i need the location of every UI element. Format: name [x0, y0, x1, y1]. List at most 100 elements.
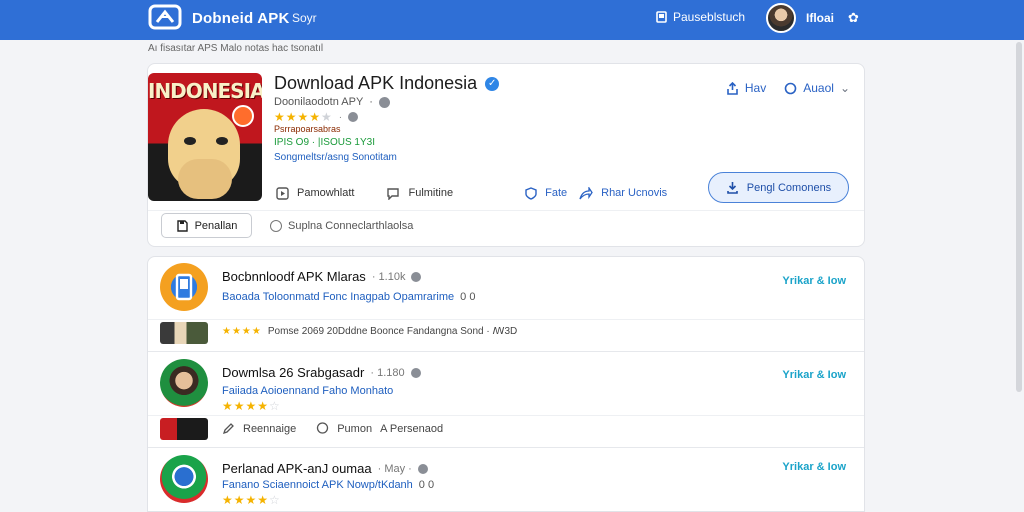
list-item-count: 0 0: [418, 479, 435, 491]
save-icon: [176, 219, 188, 232]
user-avatar[interactable]: [766, 3, 796, 33]
share-button[interactable]: Hav: [726, 81, 766, 95]
play-icon: [276, 186, 289, 200]
row-divider: [148, 447, 864, 448]
action-b-label[interactable]: Pumon: [337, 423, 372, 435]
comment-action[interactable]: Fulmitine: [386, 187, 453, 200]
top-action-label: Pauseblstuch: [673, 10, 746, 24]
rating-label: Psrrapoarsabras: [274, 124, 341, 134]
thumbnail-hands: [178, 159, 232, 199]
app-icon[interactable]: [160, 359, 208, 407]
play-action[interactable]: Pamowhlatt: [276, 186, 355, 200]
developer-name[interactable]: Doonilaodotn APY: [274, 96, 363, 108]
breadcrumb: Aı fisasıtar APS Malo notas hac tsonatıl: [148, 43, 324, 54]
list-item-detail: ★★★★ Pomse 2069 20Dddne Boonce Fandangna…: [148, 319, 864, 345]
hero-divider: [148, 210, 864, 211]
edit-icon[interactable]: [222, 422, 235, 435]
shield-icon: [525, 186, 537, 200]
smiley-icon: [270, 220, 282, 232]
app-title: Download APK Indonesia ✓: [274, 73, 500, 94]
comment-icon[interactable]: [316, 422, 329, 435]
hero-top-actions: Hav Auaol ⌄: [726, 81, 850, 95]
detail-stars: ★★★★: [222, 326, 262, 337]
share-icon: [727, 81, 738, 95]
info-icon[interactable]: [411, 271, 422, 282]
app-logo-icon[interactable]: [148, 4, 182, 32]
secondary-hint-text: Suplna Conneclarthlaolsa: [288, 220, 414, 232]
row-divider: [148, 351, 864, 352]
list-item-title-text: Perlanad APK-anJ oumaa: [222, 461, 372, 476]
list-item-count: 0 0: [460, 291, 476, 303]
bookmark-icon: [656, 11, 667, 23]
action-a-label[interactable]: Reennaige: [243, 423, 296, 435]
app-icon[interactable]: [160, 455, 208, 503]
list-item-link[interactable]: Yrikar & Iow: [782, 369, 846, 381]
list-item-title-text: Dowmlsa 26 Srabgasadr: [222, 365, 365, 380]
list-item-link[interactable]: Yrikar & Iow: [782, 275, 846, 287]
developer-line[interactable]: Doonilaodotn APY ·: [274, 96, 390, 108]
list-item-action-row: Reennaige Pumon A Persenaod: [222, 422, 443, 435]
brand-name[interactable]: Dobneid APK: [192, 10, 289, 27]
share-action[interactable]: Rhar Ucnovis: [579, 186, 668, 200]
app-title-text: Download APK Indonesia: [274, 73, 478, 93]
forward-icon: [579, 186, 593, 199]
comment-action-label: Fulmitine: [408, 187, 454, 199]
chevron-down-icon: ⌄: [839, 81, 850, 95]
list-item-subtitle: Baoada Toloonmatd Fonc Inagpab Opamrarim…: [222, 291, 475, 303]
app-detail-card: INDONESIA Download APK Indonesia ✓ Dooni…: [147, 63, 865, 247]
brand-subtitle: Soyr: [292, 11, 317, 25]
secondary-hint: Suplna Conneclarthlaolsa: [270, 220, 413, 232]
settings-icon[interactable]: ✿: [848, 10, 859, 26]
primary-download-button[interactable]: Pengl Comonens: [708, 172, 849, 203]
list-item-rating: ★★★★☆: [222, 493, 281, 507]
list-item-thumbnail[interactable]: [160, 322, 208, 344]
list-item-thumbnail[interactable]: [160, 418, 208, 440]
related-apps-list: Bocbnnloodf APK Mlaras · 1.10k Baoada To…: [147, 256, 865, 512]
app-thumbnail[interactable]: INDONESIA: [148, 73, 262, 201]
app-icon[interactable]: [160, 263, 208, 311]
fate-action[interactable]: Fate: [525, 186, 567, 200]
thumbnail-eyes: [184, 137, 228, 145]
secondary-button[interactable]: Penallan: [161, 213, 252, 238]
list-item-detail-text: ★★★★ Pomse 2069 20Dddne Boonce Fandangna…: [222, 326, 517, 337]
page-scrollbar[interactable]: [1016, 42, 1022, 392]
info-icon[interactable]: [417, 463, 428, 474]
comment-icon: [387, 187, 400, 200]
list-item-link[interactable]: Yrikar & Iow: [782, 461, 846, 473]
list-item[interactable]: Bocbnnloodf APK Mlaras · 1.10k Baoada To…: [148, 263, 864, 317]
top-app-bar: Dobneid APK Soyr Pauseblstuch Ifloai ✿: [0, 0, 1024, 40]
play-action-label: Pamowhlatt: [297, 187, 355, 199]
list-item-title: Dowmlsa 26 Srabgasadr · 1.180: [222, 365, 421, 380]
download-icon: [726, 182, 738, 194]
list-item[interactable]: Perlanad APK-anJ oumaa · May · Fanano Sc…: [148, 455, 864, 509]
list-item-actions: Reennaige Pumon A Persenaod: [148, 415, 864, 441]
more-button[interactable]: Auaol ⌄: [784, 81, 850, 95]
list-item-rating: ★★★★☆: [222, 399, 281, 413]
list-item[interactable]: Dowmlsa 26 Srabgasadr · 1.180 Faiiada Ao…: [148, 359, 864, 413]
share-action-label: Rhar Ucnovis: [601, 187, 668, 199]
top-action-button[interactable]: Pauseblstuch: [656, 10, 745, 24]
primary-download-label: Pengl Comonens: [746, 181, 832, 194]
circle-icon: [784, 82, 797, 94]
list-item-meta: · 1.180: [370, 366, 405, 379]
app-category-link[interactable]: Songmeltsr/asng Sonotitam: [274, 152, 397, 163]
action-c-label[interactable]: A Persenaod: [380, 423, 443, 435]
list-item-meta: · May ·: [377, 462, 412, 475]
share-label: Hav: [744, 81, 767, 95]
info-icon[interactable]: [378, 96, 390, 108]
user-name[interactable]: Ifloai: [806, 11, 834, 25]
rating-row: ★★★★★ ·: [274, 110, 359, 124]
list-item-subtitle: Fanano Sciaennoict APK Nowp/tKdanh 0 0: [222, 479, 434, 491]
list-item-subtitle-text: Baoada Toloonmatd Fonc Inagpab Opamrarim…: [222, 291, 455, 303]
list-item-title-text: Bocbnnloodf APK Mlaras: [222, 269, 366, 284]
verified-icon: ✓: [485, 76, 500, 91]
list-item-subtitle: Faiiada Aoioennand Faho Monhato: [222, 385, 393, 397]
list-item-title: Bocbnnloodf APK Mlaras · 1.10k: [222, 269, 422, 284]
rating-stars: ★★★★☆: [222, 399, 281, 413]
rating-info-icon[interactable]: [348, 112, 359, 122]
thumbnail-banner-text: INDONESIA: [148, 79, 262, 103]
list-item-subtitle-text: Faiiada Aoioennand Faho Monhato: [222, 385, 394, 397]
detail-meta: Pomse 2069 20Dddne Boonce Fandangna Sond…: [267, 326, 518, 337]
info-icon[interactable]: [410, 367, 421, 378]
list-item-meta: · 1.10k: [371, 270, 406, 283]
